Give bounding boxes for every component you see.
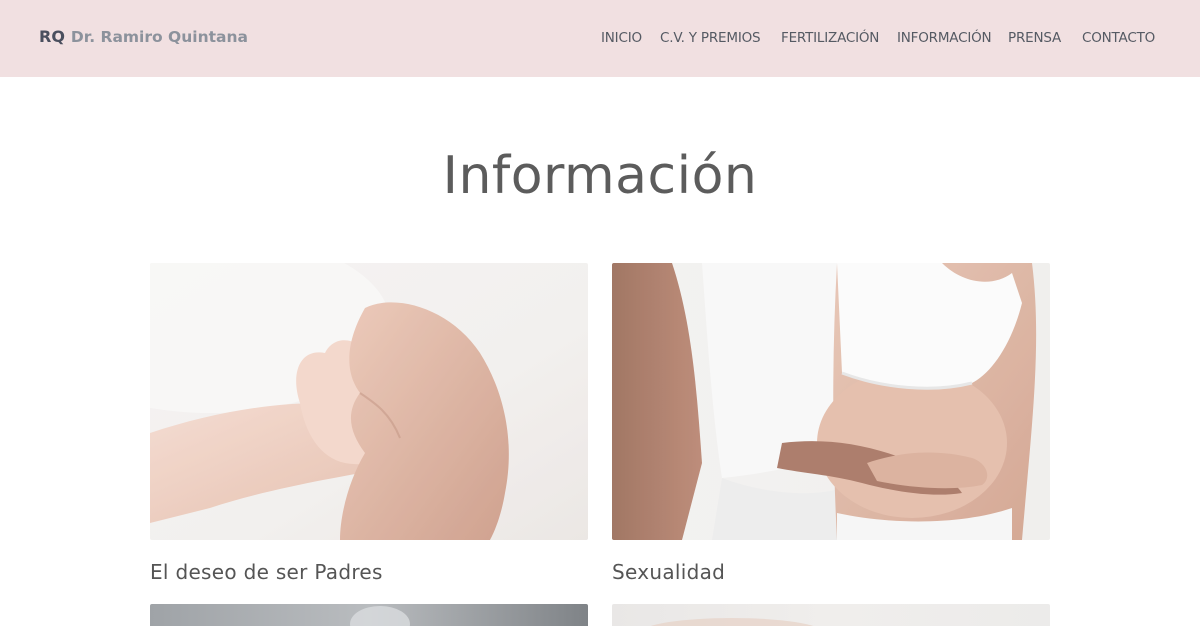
card-caption[interactable]: El deseo de ser Padres	[150, 560, 588, 584]
info-card-4[interactable]	[612, 604, 1050, 626]
site-header: RQ Dr. Ramiro Quintana INICIO C.V. Y PRE…	[0, 0, 1200, 77]
info-card-deseo-padres[interactable]: El deseo de ser Padres	[150, 263, 588, 584]
info-card-3[interactable]	[150, 604, 588, 626]
nav-item-prensa[interactable]: PRENSA	[1008, 30, 1061, 46]
nav-item-cv-premios[interactable]: C.V. Y PREMIOS	[660, 30, 761, 46]
card-caption[interactable]: Sexualidad	[612, 560, 1050, 584]
card-image-gray[interactable]	[150, 604, 588, 626]
info-card-sexualidad[interactable]: Sexualidad	[612, 263, 1050, 584]
card-image-light[interactable]	[612, 604, 1050, 626]
nav-item-inicio[interactable]: INICIO	[601, 30, 642, 46]
card-image-baby-hand[interactable]	[150, 263, 588, 540]
card-image-pregnant-couple[interactable]	[612, 263, 1050, 540]
main-navigation: INICIO C.V. Y PREMIOS FERTILIZACIÓN INFO…	[0, 30, 1200, 48]
page-title: Información	[442, 146, 758, 206]
nav-item-informacion[interactable]: INFORMACIÓN	[897, 30, 992, 46]
nav-item-contacto[interactable]: CONTACTO	[1082, 30, 1155, 46]
nav-item-fertilizacion[interactable]: FERTILIZACIÓN	[781, 30, 879, 46]
